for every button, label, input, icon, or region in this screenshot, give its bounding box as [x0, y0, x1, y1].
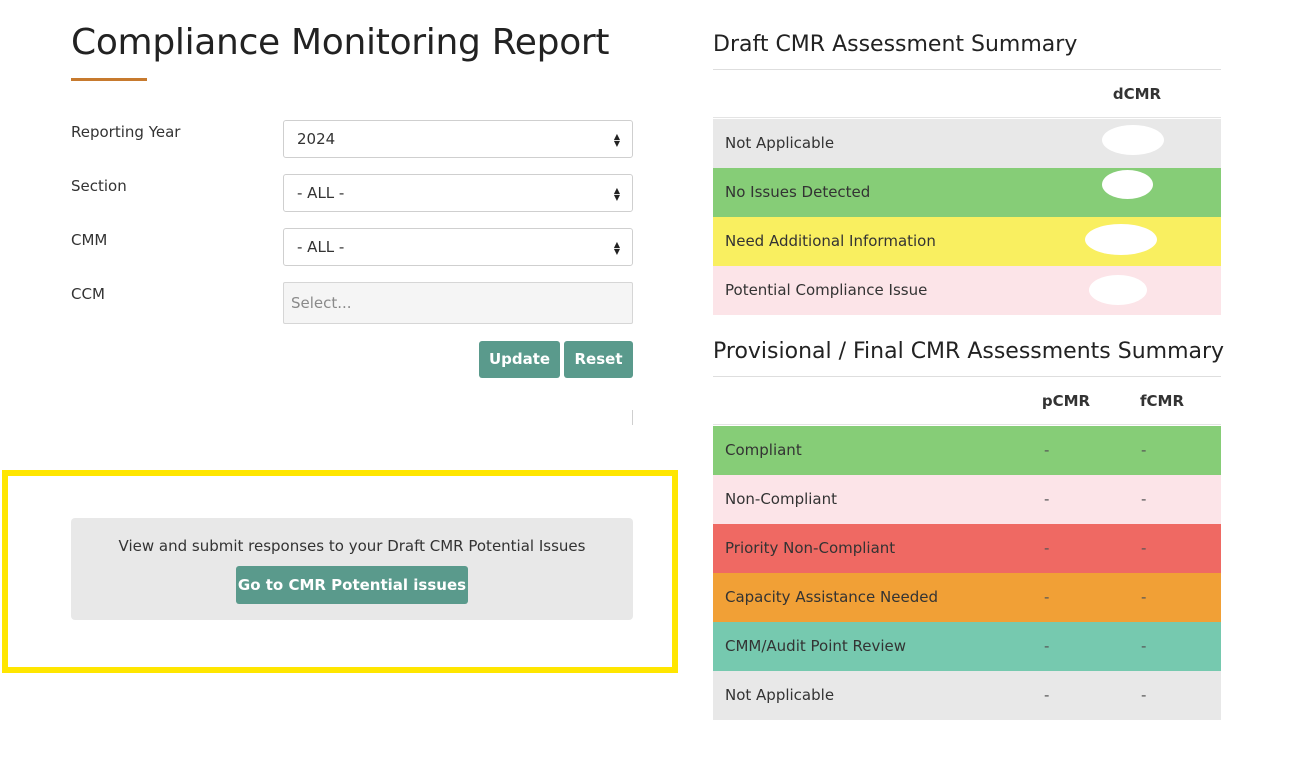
section-select[interactable]: - ALL - ▲ ▼	[283, 174, 633, 212]
pcmr-value: -	[1044, 441, 1050, 459]
final-row-priority-non-compliant: Priority Non-Compliant - -	[713, 524, 1221, 573]
reporting-year-select[interactable]: 2024 ▲ ▼	[283, 120, 633, 158]
pcmr-value: -	[1044, 539, 1050, 557]
draft-row-potential-issue: Potential Compliance Issue	[713, 266, 1221, 315]
draft-summary-title: Draft CMR Assessment Summary	[713, 32, 1078, 57]
draft-row-no-issues: No Issues Detected	[713, 168, 1221, 217]
ccm-input[interactable]: Select...	[283, 282, 633, 324]
row-label: Need Additional Information	[725, 232, 936, 250]
final-row-audit-point-review: CMM/Audit Point Review - -	[713, 622, 1221, 671]
title-underline	[71, 78, 147, 81]
select-arrows-icon: ▲ ▼	[613, 132, 620, 148]
row-label: Capacity Assistance Needed	[725, 588, 938, 606]
draft-row-need-info: Need Additional Information	[713, 217, 1221, 266]
draft-summary-rule	[713, 69, 1221, 70]
draft-table-header-rule	[713, 117, 1221, 118]
pcmr-value: -	[1044, 588, 1050, 606]
row-label: Not Applicable	[725, 134, 835, 152]
row-label: Potential Compliance Issue	[725, 281, 928, 299]
select-arrows-icon: ▲ ▼	[613, 186, 620, 202]
cmm-label: CMM	[71, 231, 108, 249]
final-table-header-rule	[713, 424, 1221, 425]
row-label: Non-Compliant	[725, 490, 838, 508]
final-row-non-compliant: Non-Compliant - -	[713, 475, 1221, 524]
fcmr-value: -	[1141, 490, 1147, 508]
fcmr-value: -	[1141, 539, 1147, 557]
ccm-label: CCM	[71, 285, 105, 303]
row-label: Priority Non-Compliant	[725, 539, 896, 557]
final-summary-rule	[713, 376, 1221, 377]
final-row-compliant: Compliant - -	[713, 426, 1221, 475]
pcmr-value: -	[1044, 686, 1050, 704]
final-summary-title: Provisional / Final CMR Assessments Summ…	[713, 339, 1225, 364]
page-title: Compliance Monitoring Report	[71, 22, 610, 63]
divider	[632, 410, 633, 425]
redacted-value	[1085, 224, 1157, 255]
section-label: Section	[71, 177, 127, 195]
pcmr-column-header: pCMR	[1041, 392, 1091, 410]
potential-issues-text: View and submit responses to your Draft …	[118, 537, 586, 555]
final-row-capacity-assistance: Capacity Assistance Needed - -	[713, 573, 1221, 622]
redacted-value	[1102, 125, 1164, 155]
go-to-potential-issues-button[interactable]: Go to CMR Potential issues	[236, 566, 468, 604]
cmm-select[interactable]: - ALL - ▲ ▼	[283, 228, 633, 266]
fcmr-column-header: fCMR	[1139, 392, 1184, 410]
pcmr-value: -	[1044, 637, 1050, 655]
update-button[interactable]: Update	[479, 341, 560, 378]
fcmr-value: -	[1141, 686, 1147, 704]
section-value: - ALL -	[297, 184, 345, 202]
fcmr-value: -	[1141, 588, 1147, 606]
row-label: No Issues Detected	[725, 183, 871, 201]
reporting-year-value: 2024	[297, 130, 336, 148]
row-label: Compliant	[725, 441, 802, 459]
reset-button[interactable]: Reset	[564, 341, 633, 378]
select-arrows-icon: ▲ ▼	[613, 240, 620, 256]
fcmr-value: -	[1141, 637, 1147, 655]
draft-row-not-applicable: Not Applicable	[713, 119, 1221, 168]
fcmr-value: -	[1141, 441, 1147, 459]
final-row-not-applicable: Not Applicable - -	[713, 671, 1221, 720]
redacted-value	[1089, 275, 1147, 305]
pcmr-value: -	[1044, 490, 1050, 508]
reporting-year-label: Reporting Year	[71, 123, 181, 141]
row-label: CMM/Audit Point Review	[725, 637, 907, 655]
dcmr-column-header: dCMR	[1112, 85, 1162, 103]
redacted-value	[1102, 170, 1153, 199]
row-label: Not Applicable	[725, 686, 835, 704]
cmm-value: - ALL -	[297, 238, 345, 256]
potential-issues-panel: View and submit responses to your Draft …	[71, 518, 633, 620]
